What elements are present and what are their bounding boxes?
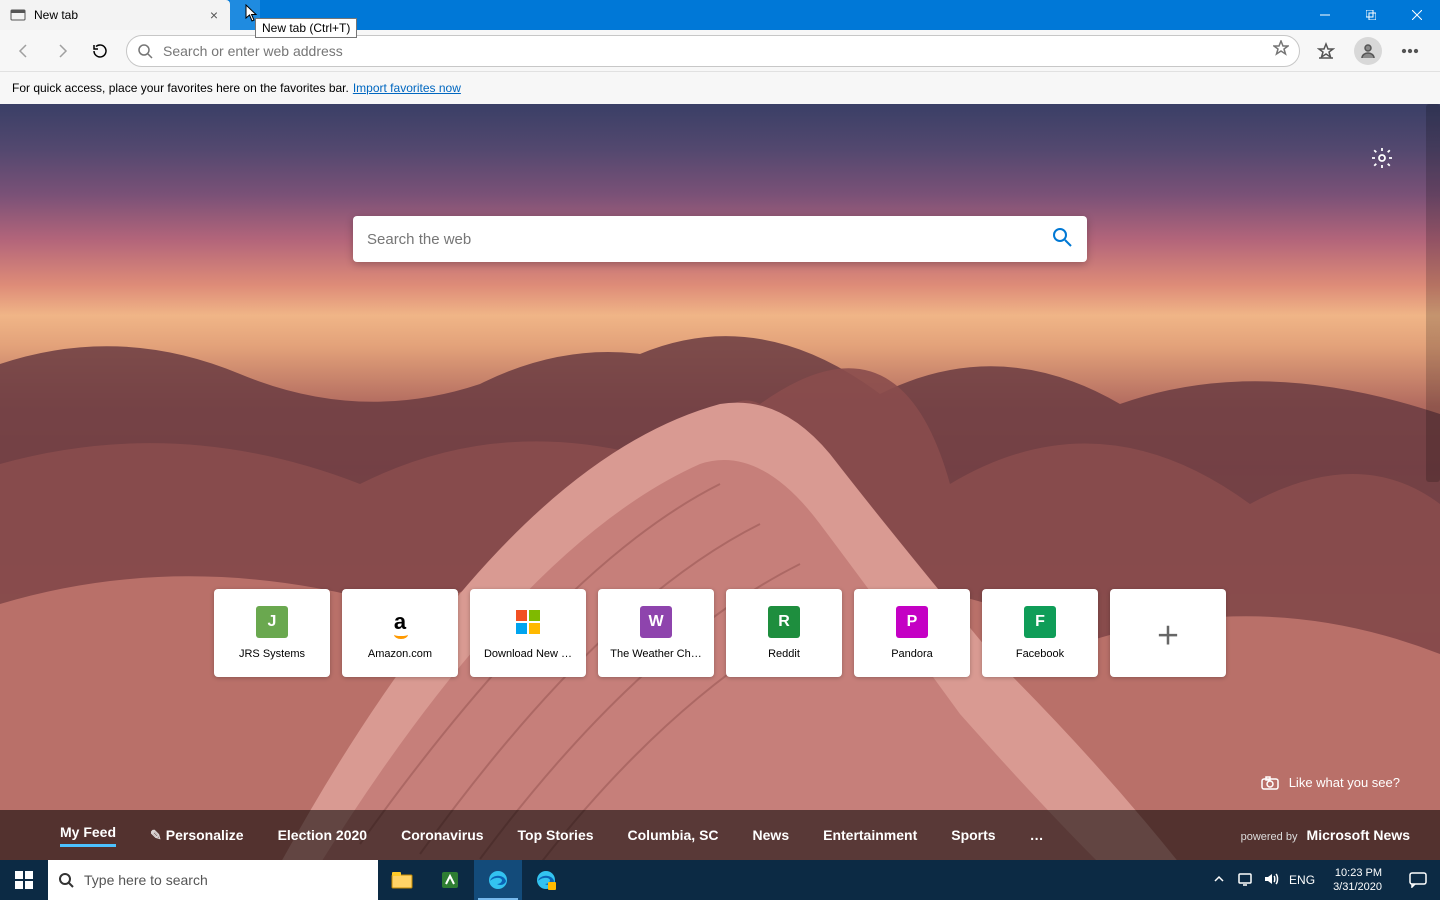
feed-tab-news[interactable]: News: [753, 827, 790, 843]
top-site-tile[interactable]: P Pandora: [854, 589, 970, 677]
tab-title: New tab: [34, 8, 198, 22]
like-what-you-see-button[interactable]: Like what you see?: [1261, 775, 1400, 790]
tray-network-icon[interactable]: [1237, 871, 1253, 890]
address-bar[interactable]: [126, 35, 1300, 67]
web-search-box[interactable]: [353, 216, 1087, 262]
add-favorite-icon[interactable]: [1273, 40, 1289, 61]
new-tab-page: J JRS Systems a Amazon.com Download New … W Th…: [0, 104, 1440, 860]
tray-volume-icon[interactable]: [1263, 871, 1279, 890]
tile-label: Download New …: [478, 648, 578, 660]
windows-taskbar: ENG 10:23 PM 3/31/2020: [0, 860, 1440, 900]
system-tray: ENG 10:23 PM 3/31/2020: [1205, 860, 1396, 900]
camera-icon: [1261, 776, 1279, 790]
background-image: [0, 244, 1440, 860]
plus-icon: ＋: [1152, 617, 1184, 649]
feed-tab-sports[interactable]: Sports: [951, 827, 995, 843]
tile-icon: [512, 606, 544, 638]
window-maximize-button[interactable]: [1348, 0, 1394, 30]
tile-label: Facebook: [1010, 648, 1070, 660]
avatar-icon: [1354, 37, 1382, 65]
search-icon: [58, 872, 74, 888]
top-sites-row: J JRS Systems a Amazon.com Download New … W Th…: [214, 589, 1226, 677]
tile-icon: J: [256, 606, 288, 638]
page-scrollbar[interactable]: [1426, 104, 1440, 482]
action-center-button[interactable]: [1396, 860, 1440, 900]
profile-button[interactable]: [1350, 33, 1386, 69]
feed-powered-by: powered by Microsoft News: [1241, 827, 1410, 843]
top-site-tile[interactable]: R Reddit: [726, 589, 842, 677]
favorites-hint-bar: For quick access, place your favorites h…: [0, 72, 1440, 104]
new-tab-tooltip: New tab (Ctrl+T): [255, 18, 357, 38]
top-site-tile[interactable]: J JRS Systems: [214, 589, 330, 677]
news-feed-strip: My Feed ✎Personalize Election 2020 Coron…: [0, 810, 1440, 860]
start-button[interactable]: [0, 860, 48, 900]
feed-tab-entertainment[interactable]: Entertainment: [823, 827, 917, 843]
window-close-button[interactable]: [1394, 0, 1440, 30]
pencil-icon: ✎: [150, 827, 162, 843]
tile-icon: P: [896, 606, 928, 638]
search-icon: [137, 43, 153, 59]
feed-tab-myfeed[interactable]: My Feed: [60, 824, 116, 847]
page-settings-button[interactable]: [1364, 140, 1400, 176]
tile-icon: a: [384, 606, 416, 638]
feed-tab-coronavirus[interactable]: Coronavirus: [401, 827, 483, 843]
feed-tab-topstories[interactable]: Top Stories: [518, 827, 594, 843]
tray-chevron-icon[interactable]: [1211, 871, 1227, 890]
top-site-tile[interactable]: F Facebook: [982, 589, 1098, 677]
nav-refresh-button[interactable]: [82, 33, 118, 69]
window-controls: [1302, 0, 1440, 30]
tile-icon: F: [1024, 606, 1056, 638]
titlebar: New tab × New tab (Ctrl+T): [0, 0, 1440, 30]
tab-close-icon[interactable]: ×: [206, 8, 222, 22]
top-site-tile[interactable]: W The Weather Ch…: [598, 589, 714, 677]
browser-tab[interactable]: New tab ×: [0, 0, 230, 30]
taskbar-app-edge-canary[interactable]: [522, 860, 570, 900]
taskbar-search[interactable]: [48, 860, 378, 900]
nav-back-button: [6, 33, 42, 69]
tile-label: JRS Systems: [233, 648, 311, 660]
tray-language[interactable]: ENG: [1289, 873, 1315, 887]
top-site-tile[interactable]: a Amazon.com: [342, 589, 458, 677]
top-site-tile[interactable]: Download New …: [470, 589, 586, 677]
add-top-site-button[interactable]: ＋: [1110, 589, 1226, 677]
taskbar-app-edge[interactable]: [474, 860, 522, 900]
address-input[interactable]: [163, 43, 1263, 59]
window-minimize-button[interactable]: [1302, 0, 1348, 30]
feed-more-icon[interactable]: …: [1030, 827, 1046, 843]
feed-tab-election[interactable]: Election 2020: [278, 827, 368, 843]
tile-icon: R: [768, 606, 800, 638]
nav-forward-button: [44, 33, 80, 69]
taskbar-app-explorer[interactable]: [378, 860, 426, 900]
favorites-list-icon[interactable]: [1308, 33, 1344, 69]
tray-date: 3/31/2020: [1333, 880, 1382, 894]
tile-label: Pandora: [885, 648, 939, 660]
web-search-input[interactable]: [367, 231, 1051, 248]
tile-label: Amazon.com: [362, 648, 438, 660]
taskbar-search-input[interactable]: [84, 872, 368, 888]
favorites-hint-text: For quick access, place your favorites h…: [12, 81, 349, 95]
tile-label: Reddit: [762, 648, 806, 660]
web-search-submit-icon[interactable]: [1051, 226, 1073, 253]
taskbar-app-generic[interactable]: [426, 860, 474, 900]
feed-tab-local[interactable]: Columbia, SC: [628, 827, 719, 843]
browser-toolbar: [0, 30, 1440, 72]
tray-clock[interactable]: 10:23 PM 3/31/2020: [1325, 866, 1390, 894]
tile-label: The Weather Ch…: [604, 648, 708, 660]
feed-tab-personalize[interactable]: ✎Personalize: [150, 827, 244, 844]
tab-favicon-icon: [10, 7, 26, 23]
tile-icon: W: [640, 606, 672, 638]
tray-time: 10:23 PM: [1333, 866, 1382, 880]
import-favorites-link[interactable]: Import favorites now: [353, 81, 461, 95]
like-banner-text: Like what you see?: [1289, 775, 1400, 790]
settings-menu-button[interactable]: [1392, 33, 1428, 69]
